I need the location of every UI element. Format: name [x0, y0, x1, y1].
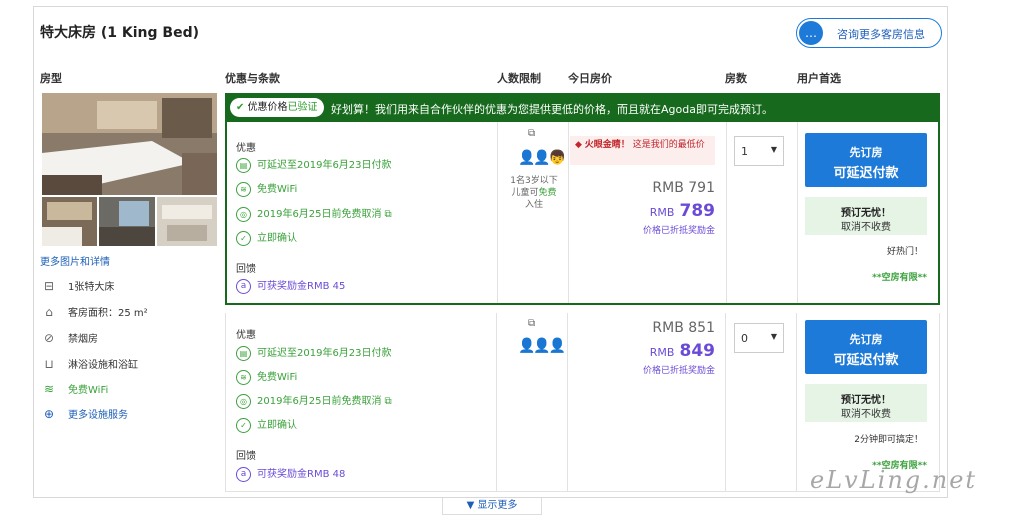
reward-heading: 回馈	[236, 264, 256, 275]
price-note: 价格已折抵奖励金	[642, 226, 715, 236]
reward-amount: a 可获奖励金RMB 48	[236, 465, 345, 482]
room-thumb-2[interactable]	[99, 197, 155, 246]
watermark: eLvLing.net	[810, 466, 978, 494]
lowest-price-tag: ◆ 火眼金睛！ 这是我们的最低价	[570, 136, 715, 165]
benefit-wifi: ≋ 免费WiFi	[236, 180, 297, 197]
more-photos-link[interactable]: 更多图片和详情	[40, 253, 110, 268]
occupancy-icon: 👤👤👦	[518, 150, 566, 166]
verified-deal-banner: ✔ 优惠价格已验证 好划算！我们用来自合作伙伴的优惠为您提供更低的价格，而且就在…	[225, 93, 940, 122]
col-rooms: 房数	[725, 72, 747, 85]
dropdown-arrow-icon: ▼	[770, 145, 777, 154]
check-circle-icon: ✓	[236, 230, 251, 246]
col-room-type: 房型	[40, 72, 62, 85]
discounted-price: RMB 789	[649, 201, 715, 221]
col-user-choice: 用户首选	[797, 72, 841, 85]
benefit-instant-confirm: ✓ 立即确认	[236, 229, 297, 246]
book-pay-later-button-2[interactable]: 先订房 可延迟付款	[805, 320, 927, 374]
rooms-select-1[interactable]: 1 ▼	[734, 136, 784, 166]
col-offers-terms: 优惠与条款	[225, 72, 280, 85]
copy-icon[interactable]: ⧉	[385, 209, 392, 220]
tag-icon: ◆	[575, 140, 585, 150]
no-smoking-icon: ⊘	[43, 331, 55, 345]
show-more-button[interactable]: ▼ 显示更多	[442, 498, 542, 515]
bed-icon: ⊟	[43, 279, 55, 293]
limited-availability-1: **空房有限**	[872, 273, 927, 283]
benefit-free-cancel: ◎ 2019年6月25日前免费取消 ⧉	[236, 392, 392, 409]
caret-down-icon: ▼	[466, 500, 478, 511]
wifi-icon: ≋	[43, 382, 55, 396]
house-icon: ⌂	[45, 305, 53, 319]
worry-free-badge-2: 预订无忧！ 取消不收费	[805, 384, 927, 422]
ask-more-room-info-button[interactable]: … 咨询更多客房信息	[796, 18, 942, 48]
reward-heading: 回馈	[236, 451, 256, 462]
ask-more-label: 咨询更多客房信息	[837, 28, 925, 41]
copy-icon[interactable]: ⧉	[528, 318, 535, 330]
feature-wifi: ≋ 免费WiFi	[40, 381, 108, 396]
benefit-pay-later: ▤ 可延迟至2019年6月23日付款	[236, 156, 392, 173]
check-circle-icon: ✓	[236, 417, 251, 433]
room-thumb-1[interactable]	[42, 197, 97, 246]
verified-price-badge: ✔ 优惠价格已验证	[230, 98, 324, 117]
reward-a-icon: a	[236, 278, 251, 294]
calendar-icon: ▤	[236, 345, 251, 361]
plus-circle-icon: ⊕	[43, 407, 55, 421]
worry-free-badge-1: 预订无忧！ 取消不收费	[805, 197, 927, 235]
occupancy-icon: 👤👤👤	[518, 338, 566, 354]
benefits-heading: 优惠	[236, 143, 256, 154]
feature-non-smoking: ⊘ 禁烟房	[40, 330, 98, 345]
room-title: 特大床房 (1 King Bed)	[40, 25, 199, 41]
feature-bath: ⊔ 淋浴设施和浴缸	[40, 356, 138, 371]
copy-icon[interactable]: ⧉	[385, 396, 392, 407]
room-thumb-3[interactable]	[157, 197, 217, 246]
calendar-icon: ▤	[236, 157, 251, 173]
reward-amount: a 可获奖励金RMB 45	[236, 277, 345, 294]
benefit-instant-confirm: ✓ 立即确认	[236, 416, 297, 433]
cancel-icon: ◎	[236, 393, 251, 409]
dropdown-arrow-icon: ▼	[770, 332, 777, 341]
benefits-heading: 优惠	[236, 330, 256, 341]
reward-a-icon: a	[236, 466, 251, 482]
feature-bed: ⊟ 1张特大床	[40, 278, 114, 293]
popular-note: 好热门！	[886, 247, 923, 257]
col-today-price: 今日房价	[568, 72, 612, 85]
benefit-wifi: ≋ 免费WiFi	[236, 368, 297, 385]
wifi-icon: ≋	[236, 369, 251, 385]
discounted-price: RMB 849	[649, 341, 715, 361]
original-price: RMB 791	[652, 180, 715, 196]
chat-bubble-icon: …	[799, 21, 823, 45]
col-occupancy: 人数限制	[497, 72, 541, 85]
book-pay-later-button-1[interactable]: 先订房 可延迟付款	[805, 133, 927, 187]
check-icon: ✔	[236, 102, 248, 113]
original-price: RMB 851	[652, 320, 715, 336]
benefit-pay-later: ▤ 可延迟至2019年6月23日付款	[236, 344, 392, 361]
more-facilities-link[interactable]: ⊕ 更多设施服务	[40, 406, 128, 421]
child-policy-note: 1名3岁以下 儿童可免费 入住	[510, 176, 558, 210]
rooms-select-2[interactable]: 0 ▼	[734, 323, 784, 353]
price-note: 价格已折抵奖励金	[642, 366, 715, 376]
feature-room-size: ⌂ 客房面积：25 m²	[40, 304, 147, 319]
cancel-icon: ◎	[236, 206, 251, 222]
copy-icon[interactable]: ⧉	[528, 128, 535, 140]
bathtub-icon: ⊔	[44, 357, 54, 371]
room-main-photo[interactable]	[42, 93, 217, 195]
benefit-free-cancel: ◎ 2019年6月25日前免费取消 ⧉	[236, 205, 392, 222]
quick-booking-note: 2分钟即可搞定！	[854, 435, 923, 445]
wifi-icon: ≋	[236, 181, 251, 197]
banner-text: 好划算！我们用来自合作伙伴的优惠为您提供更低的价格，而且就在Agoda即可完成预…	[331, 103, 773, 116]
